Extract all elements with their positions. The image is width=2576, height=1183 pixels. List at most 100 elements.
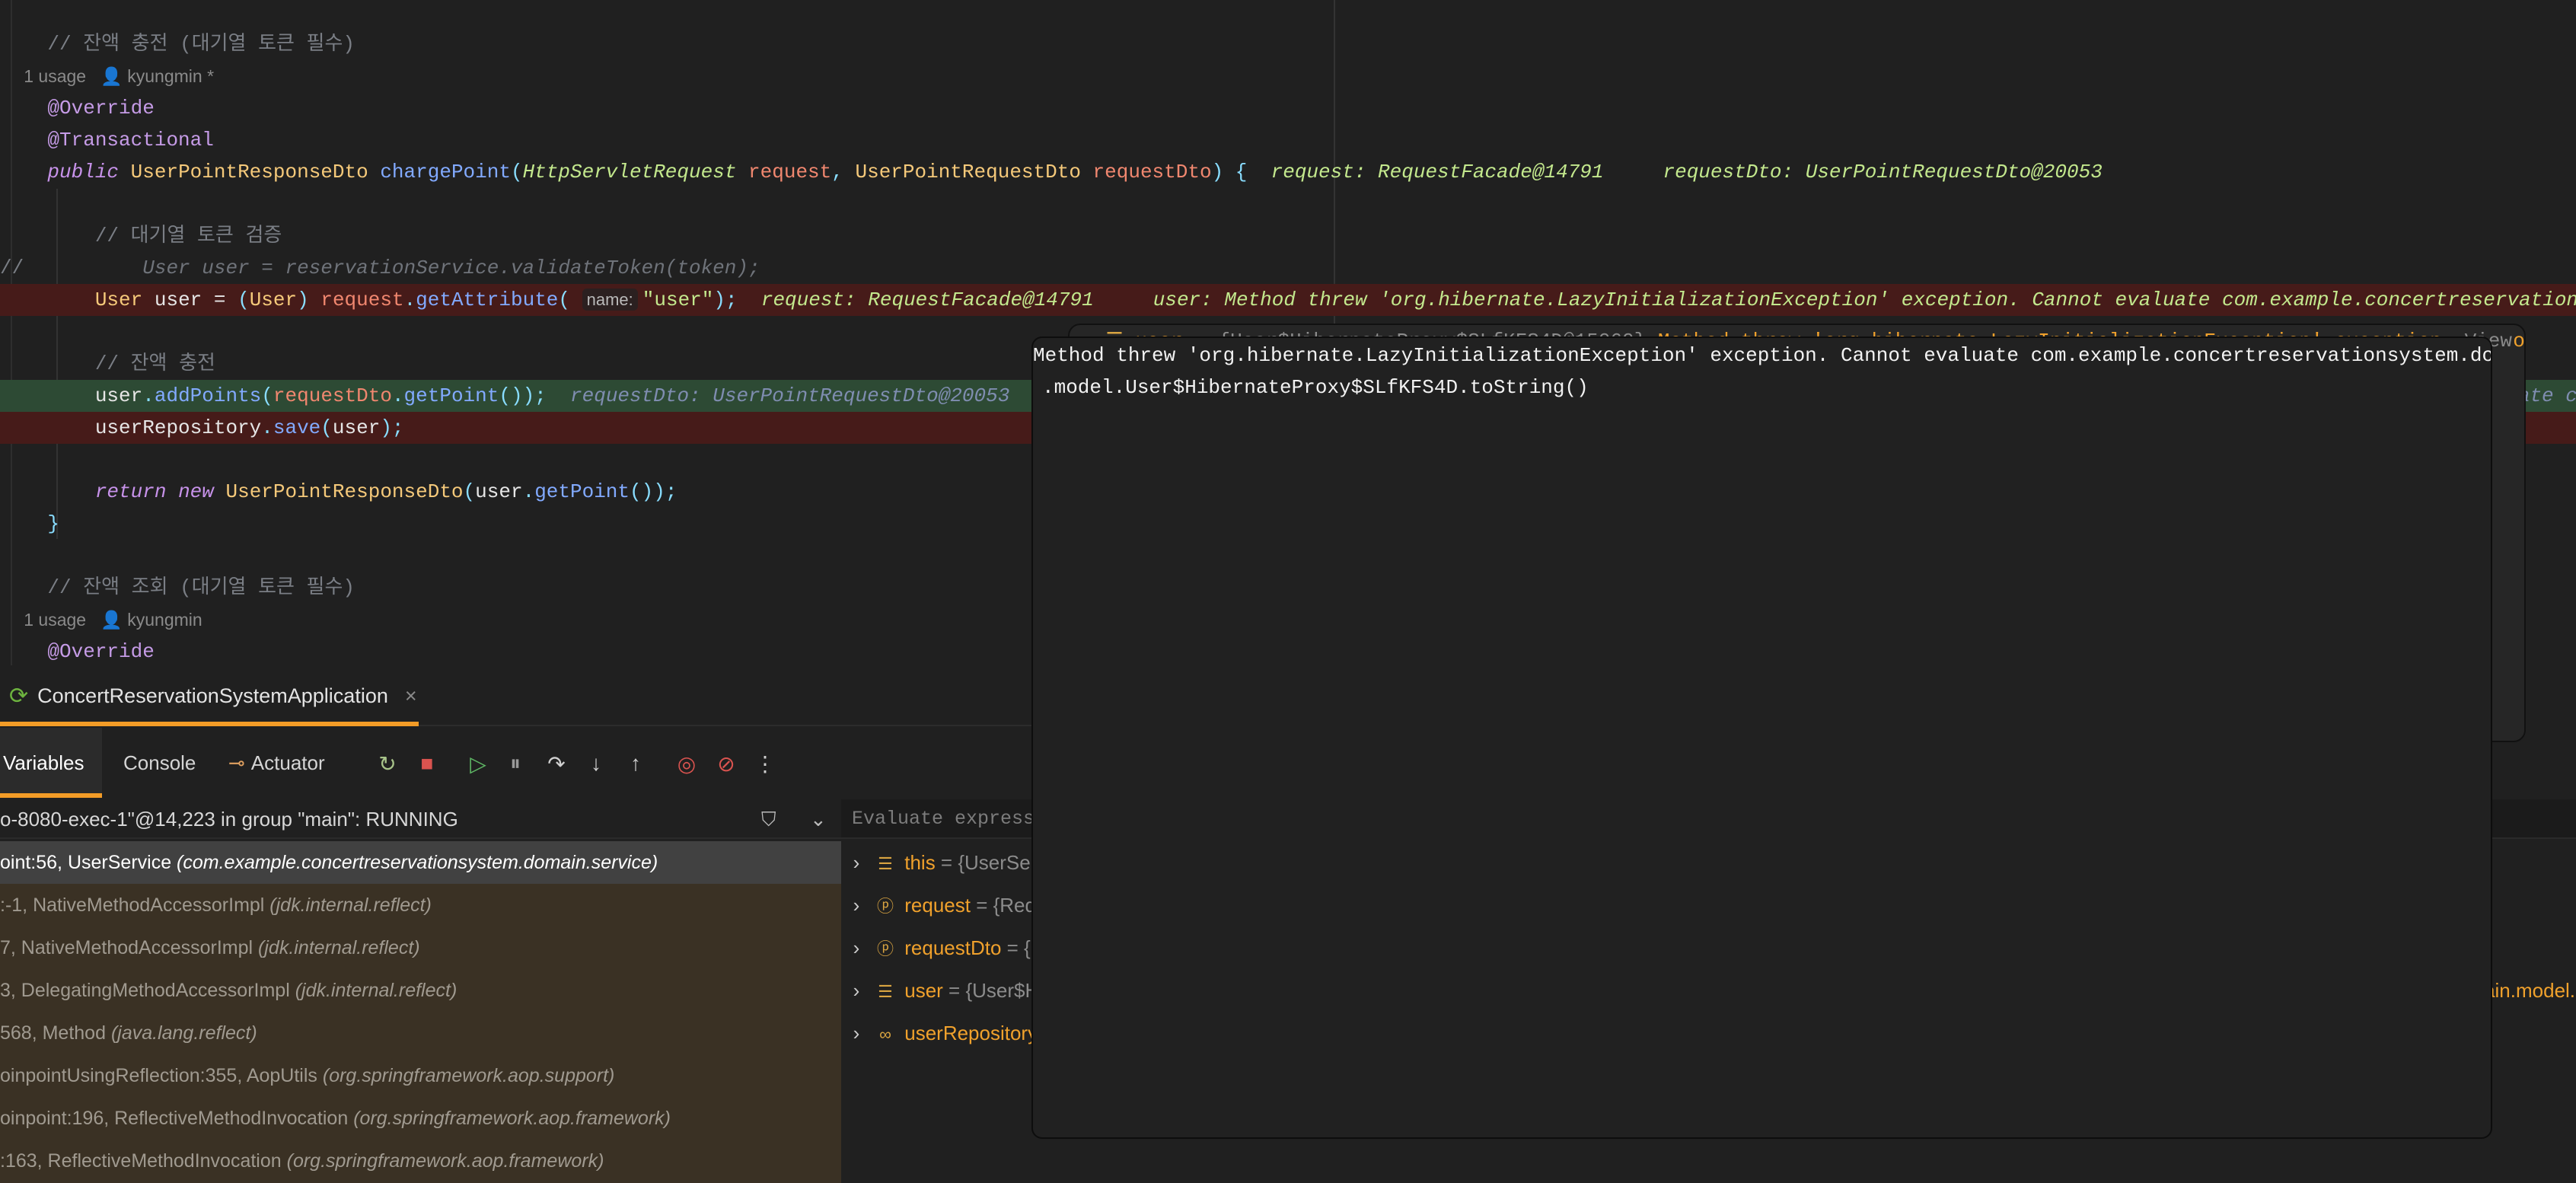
stack-frame[interactable]: oinpoint:196, ReflectiveMethodInvocation… [0,1097,841,1140]
code-token: ( [463,480,476,503]
frame-method: 7, NativeMethodAccessorImpl [0,937,259,958]
variable-name: request [904,894,971,917]
debug-inline-value: user: Method threw 'org.hibernate.LazyIn… [1153,289,2576,311]
variable-name: userRepository [904,1022,1038,1044]
code-token: ()); [499,384,547,407]
expand-arrow-icon[interactable]: › [841,884,872,926]
code-token: = [202,289,238,311]
spring-boot-icon: ⟳ [9,683,29,709]
code-token: // [0,257,24,279]
code-line[interactable]: @Override [0,92,2576,124]
more-icon[interactable]: ⋮ [752,751,778,776]
code-token: } [47,512,60,535]
code-token: user [94,384,143,407]
code-token: ) { [1211,161,1248,183]
tab-actuator[interactable]: ⊸ Actuator [228,728,325,798]
view-breakpoints-icon[interactable]: ◎ [674,751,700,776]
code-line[interactable]: 1 usage 👤 kyungmin * [0,60,2576,92]
frame-package: (jdk.internal.reflect) [258,937,420,958]
code-line[interactable]: // 대기열 토큰 검증 [0,220,2576,252]
code-token: request [748,161,832,183]
code-token: ( [558,289,582,311]
stack-frame[interactable]: oinpointUsingReflection:355, AopUtils (o… [0,1054,841,1097]
code-token: @Override [47,97,155,120]
code-token: getAttribute [416,289,559,311]
mute-breakpoints-icon[interactable]: ⊘ [713,751,739,776]
code-token: UserPointResponseDto [130,161,368,183]
debug-inline-value: request: RequestFacade@14791 [760,289,1094,311]
code-token: // 잔액 충전 (대기열 토큰 필수) [47,33,355,56]
active-tab-indicator [0,722,419,726]
code-token: User user = reservationService.validateT… [142,257,760,279]
parameter-icon: ⓟ [876,897,894,916]
thread-selector[interactable]: o-8080-exec-1"@14,223 in group "main": R… [0,799,841,839]
stop-icon[interactable]: ■ [414,751,440,776]
stack-frame[interactable]: oint:56, UserService (com.example.concer… [0,841,841,884]
tab-console[interactable]: Console [123,728,196,798]
stack-frame[interactable]: 7, NativeMethodAccessorImpl (jdk.interna… [0,926,841,969]
code-token: . [142,384,155,407]
code-token: ( [320,416,333,439]
code-token: ); [380,416,404,439]
stack-frame[interactable]: :163, ReflectiveMethodInvocation (org.sp… [0,1140,841,1182]
code-line[interactable] [0,188,2576,220]
code-line[interactable]: @Transactional [0,124,2576,156]
frame-package: (org.springframework.aop.support) [322,1065,615,1086]
field-icon: ☰ [878,982,893,1001]
exception-text-line-1: Method threw 'org.hibernate.LazyInitiali… [1033,344,2492,367]
parameter-hint: name: [582,289,638,311]
resume-icon[interactable]: ▷ [465,751,491,776]
filter-icon[interactable]: ⛉ [761,799,776,839]
code-token: . [261,416,273,439]
run-tab[interactable]: ⟳ ConcertReservationSystemApplication × [0,665,419,726]
code-token: ()); [630,480,677,503]
code-token: user [154,289,202,311]
expand-arrow-icon[interactable]: › [841,841,872,884]
exception-text-popup[interactable]: Method threw 'org.hibernate.LazyInitiali… [1031,336,2492,1139]
code-line[interactable]: public UserPointResponseDto chargePoint(… [0,156,2576,188]
code-line[interactable]: // 잔액 충전 (대기열 토큰 필수) [0,28,2576,60]
chevron-down-icon[interactable]: ⌄ [810,799,827,839]
close-tab-icon[interactable]: × [405,684,417,708]
step-out-icon[interactable]: ↑ [623,751,649,776]
pause-icon[interactable]: ⏸ [502,751,528,776]
rerun-icon[interactable]: ↻ [375,751,400,776]
code-token: // 대기열 토큰 검증 [94,225,282,247]
frame-package: (jdk.internal.reflect) [295,980,457,1001]
frames-list: oint:56, UserService (com.example.concer… [0,841,841,1183]
code-token: requestDto [1092,161,1212,183]
step-over-icon[interactable]: ↷ [544,751,569,776]
stack-frame[interactable]: 3, DelegatingMethodAccessorImpl (jdk.int… [0,969,841,1012]
actuator-icon: ⊸ [228,751,245,774]
variable-name: user [904,979,943,1002]
stack-frame[interactable]: :-1, NativeMethodAccessorImpl (jdk.inter… [0,884,841,926]
frame-method: 3, DelegatingMethodAccessorImpl [0,980,295,1001]
code-token: ( [261,384,273,407]
code-vision-hint: 1 usage 👤 kyungmin [24,610,202,630]
expand-arrow-icon[interactable]: › [841,969,872,1012]
expand-arrow-icon[interactable]: › [841,926,872,969]
frame-method: oinpointUsingReflection:355, AopUtils [0,1065,323,1086]
tab-variables[interactable]: Variables [0,728,102,798]
code-line[interactable]: // User user = reservationService.valida… [0,252,2576,284]
stack-frame[interactable]: 568, Method (java.lang.reflect) [0,1012,841,1054]
step-into-icon[interactable]: ↓ [583,751,609,776]
breakpoint-line[interactable]: User user = (User) request.getAttribute(… [0,284,2576,316]
code-token: User [249,289,298,311]
expand-arrow-icon[interactable]: › [841,1012,872,1054]
